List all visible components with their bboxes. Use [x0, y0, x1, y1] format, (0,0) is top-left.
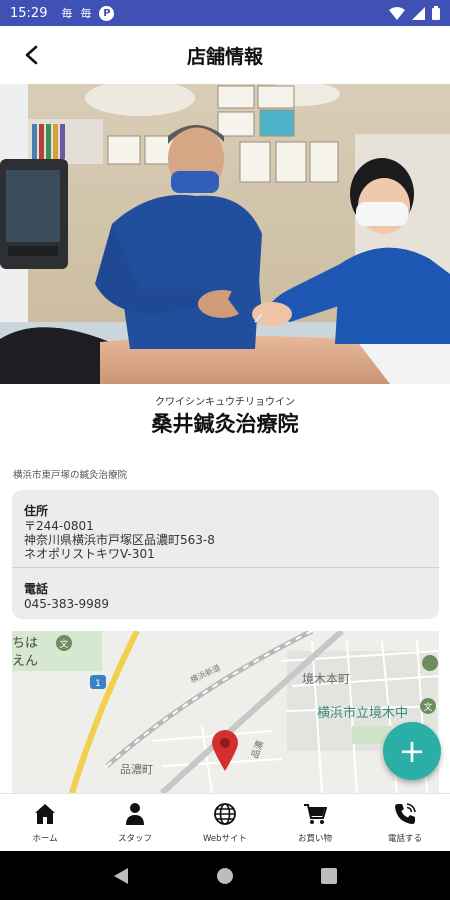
clinic-name: 桑井鍼灸治療院 — [151, 412, 299, 436]
cart-icon — [304, 804, 327, 824]
notification-icons: 毎 毎 P — [61, 5, 115, 21]
nav-label: Webサイト — [202, 834, 248, 844]
map-label: 品濃町 — [120, 762, 153, 776]
address-section[interactable]: 住所 〒244-0801 神奈川県横浜市戸塚区品濃町563-8 ネオポリストキワ… — [24, 502, 427, 561]
nav-label: 電話する — [387, 834, 422, 844]
notification-icon: 毎 — [80, 7, 92, 20]
system-recents-button[interactable] — [320, 867, 337, 884]
back-arrow-icon — [25, 45, 38, 65]
phone-number: 045-383-9989 — [24, 597, 110, 611]
divider — [12, 567, 439, 568]
clinic-catchphrase: 横浜市東戸塚の鍼灸治療院 — [13, 470, 128, 481]
postal-code: 〒244-0801 — [24, 519, 94, 533]
system-home-button[interactable] — [216, 867, 234, 885]
status-time: 15:29 — [10, 5, 48, 21]
app-bar: 店舗情報 — [0, 26, 450, 84]
add-fab-button[interactable]: + — [383, 722, 441, 780]
nav-item-website[interactable]: Webサイト — [180, 794, 270, 851]
map-view[interactable]: 1 文 文 ちは えん 境木本町 横浜市立境木中 品濃町 品濃 横浜新道 — [12, 631, 439, 793]
nav-item-home[interactable]: ホーム — [0, 794, 90, 851]
phone-icon — [395, 803, 416, 824]
wifi-icon — [389, 6, 405, 20]
back-button[interactable] — [14, 38, 48, 72]
battery-icon — [432, 6, 440, 20]
globe-icon — [214, 803, 236, 825]
nav-label: ホーム — [32, 834, 58, 844]
map-label: 横浜市立境木中 — [317, 705, 408, 721]
status-bar: 15:29 毎 毎 P — [0, 0, 450, 26]
notification-icon: 毎 — [61, 7, 73, 20]
page-title: 店舗情報 — [186, 45, 263, 68]
person-icon — [126, 803, 144, 825]
triangle-back-icon — [114, 867, 129, 884]
info-card: 住所 〒244-0801 神奈川県横浜市戸塚区品濃町563-8 ネオポリストキワ… — [12, 490, 439, 619]
home-icon — [35, 804, 55, 824]
system-nav-bar — [0, 851, 450, 900]
nav-label: お買い物 — [297, 834, 332, 844]
map-label: 境木本町 — [302, 671, 350, 686]
map-route-label: 1 — [95, 679, 101, 689]
nav-item-call[interactable]: 電話する — [360, 794, 450, 851]
nav-item-shopping[interactable]: お買い物 — [270, 794, 360, 851]
clinic-name-kana: クワイシンキュウチリョウイン — [155, 397, 295, 408]
map-label: えん — [12, 654, 38, 669]
map-label: ちは — [12, 636, 38, 651]
clinic-photo — [0, 84, 450, 384]
address-label: 住所 — [24, 504, 49, 518]
notification-icon: P — [99, 5, 115, 21]
signal-icon — [412, 6, 425, 20]
square-recents-icon — [320, 867, 337, 884]
nav-label: スタッフ — [117, 834, 152, 844]
phone-section[interactable]: 電話 045-383-9989 — [24, 580, 427, 611]
circle-home-icon — [216, 867, 233, 884]
svg-text:文: 文 — [59, 638, 68, 650]
bottom-nav: ホーム スタッフ Webサイト お買い物 電話する — [0, 793, 450, 851]
nav-item-staff[interactable]: スタッフ — [90, 794, 180, 851]
address-line: ネオポリストキワV-301 — [24, 547, 155, 561]
phone-label: 電話 — [24, 582, 49, 596]
address-line: 神奈川県横浜市戸塚区品濃町563-8 — [24, 533, 215, 547]
svg-text:文: 文 — [423, 701, 432, 713]
system-back-button[interactable] — [113, 867, 129, 885]
